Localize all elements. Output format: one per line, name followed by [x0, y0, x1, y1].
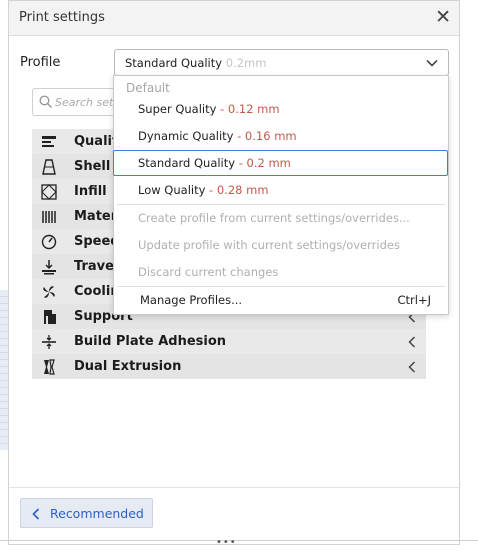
travel-icon — [42, 260, 56, 275]
option-suffix: - 0.12 mm — [216, 102, 280, 116]
update-profile-action[interactable]: Update profile with current settings/ove… — [114, 233, 448, 257]
search-placeholder: Search setti — [55, 96, 121, 109]
profile-dropdown-menu: Default Super Quality - 0.12 mm Dynamic … — [113, 75, 449, 315]
recommended-button[interactable]: Recommended — [20, 498, 153, 528]
shell-icon — [42, 159, 56, 175]
panel-header: Print settings ✕ — [9, 1, 459, 36]
support-icon — [44, 310, 56, 324]
shortcut-label: Ctrl+J — [397, 293, 432, 307]
option-label: Super Quality - 0.12 mm — [138, 102, 280, 116]
profile-select-value: Standard Quality 0.2mm — [125, 56, 266, 70]
speed-icon — [41, 234, 57, 250]
action-label: Create profile from current settings/ove… — [138, 211, 410, 225]
option-suffix: - 0.16 mm — [233, 129, 297, 143]
build-plate-icon — [42, 335, 56, 349]
option-label: Low Quality - 0.28 mm — [138, 183, 269, 197]
option-name: Low Quality — [138, 183, 206, 197]
chevron-left-icon — [32, 508, 40, 520]
chevron-left-icon — [408, 361, 416, 373]
option-name: Super Quality — [138, 102, 217, 116]
viewport-grid-strip — [0, 290, 8, 450]
material-icon — [42, 211, 56, 223]
cooling-icon — [43, 286, 55, 298]
manage-profiles-action[interactable]: Manage Profiles... Ctrl+J — [114, 288, 448, 312]
action-label: Discard current changes — [138, 265, 279, 279]
category-label: Infill — [74, 184, 107, 199]
option-label: Standard Quality - 0.2 mm — [138, 156, 291, 170]
action-label: Update profile with current settings/ove… — [138, 238, 400, 252]
action-label: Manage Profiles... — [140, 293, 243, 307]
resize-bar — [0, 540, 478, 541]
dropdown-section-label: Default — [126, 81, 170, 95]
chevron-left-icon — [408, 336, 416, 348]
quality-icon — [42, 136, 56, 147]
profile-option-standard-quality[interactable]: Standard Quality - 0.2 mm — [113, 150, 448, 176]
profile-option-super-quality[interactable]: Super Quality - 0.12 mm — [114, 97, 448, 121]
category-label: Mater — [74, 209, 118, 224]
profile-option-low-quality[interactable]: Low Quality - 0.28 mm — [114, 178, 448, 202]
resize-handle[interactable]: ••• — [216, 537, 237, 548]
dual-extrusion-icon — [44, 359, 55, 375]
category-label: Qualit — [74, 134, 119, 149]
profile-select[interactable]: Standard Quality 0.2mm — [114, 49, 449, 76]
category-label: Travel — [74, 259, 119, 274]
discard-changes-action[interactable]: Discard current changes — [114, 260, 448, 284]
create-profile-action[interactable]: Create profile from current settings/ove… — [114, 206, 448, 230]
recommended-label: Recommended — [50, 506, 144, 521]
category-label: Shell — [74, 159, 111, 174]
option-suffix: - 0.28 mm — [205, 183, 269, 197]
option-name: Standard Quality — [138, 156, 236, 170]
dropdown-separator — [117, 286, 445, 287]
search-icon — [39, 95, 53, 109]
close-button[interactable]: ✕ — [435, 6, 451, 28]
chevron-down-icon — [426, 59, 438, 67]
option-suffix: - 0.2 mm — [235, 156, 291, 170]
infill-icon — [41, 184, 57, 200]
profile-selected-suffix: 0.2mm — [225, 56, 267, 70]
category-label: Dual Extrusion — [74, 359, 182, 374]
option-label: Dynamic Quality - 0.16 mm — [138, 129, 297, 143]
panel-title: Print settings — [19, 10, 105, 25]
profile-selected-name: Standard Quality — [125, 56, 223, 70]
category-label: Build Plate Adhesion — [74, 334, 227, 349]
dropdown-separator — [117, 204, 445, 205]
option-name: Dynamic Quality — [138, 129, 234, 143]
profile-label: Profile — [20, 55, 61, 70]
category-build-plate-adhesion[interactable]: Build Plate Adhesion — [32, 329, 426, 354]
profile-option-dynamic-quality[interactable]: Dynamic Quality - 0.16 mm — [114, 124, 448, 148]
category-dual-extrusion[interactable]: Dual Extrusion — [32, 354, 426, 379]
footer-divider — [9, 487, 459, 488]
